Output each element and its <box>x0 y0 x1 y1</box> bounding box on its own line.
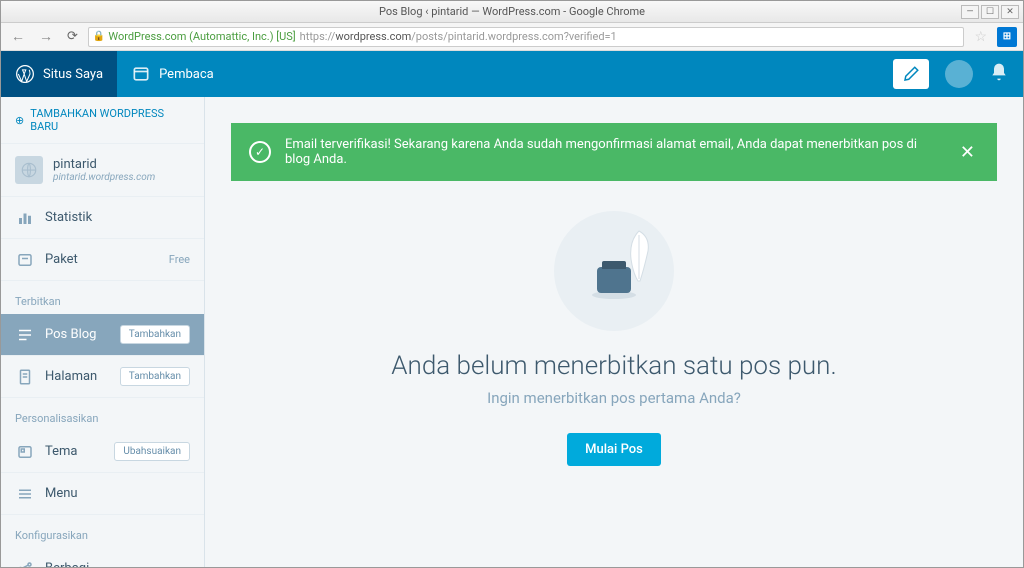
window-minimize-button[interactable]: — <box>961 5 979 19</box>
wordpress-icon <box>15 64 35 84</box>
site-url: pintarid.wordpress.com <box>53 172 155 183</box>
extension-icon[interactable]: ⊞ <box>997 27 1017 47</box>
feather-icon <box>626 229 652 283</box>
url-host: wordpress.com <box>335 30 411 43</box>
window-title: Pos Blog ‹ pintarid — WordPress.com - Go… <box>379 5 645 18</box>
secure-badge: 🔒 WordPress.com (Automattic, Inc.) [US] <box>93 30 296 43</box>
add-wordpress-button[interactable]: ⊕ TAMBAHKAN WORDPRESS BARU <box>1 97 204 144</box>
empty-state: Anda belum menerbitkan satu pos pun. Ing… <box>231 181 997 496</box>
posts-icon <box>15 326 35 344</box>
sidebar-item-label: Berbagi <box>45 561 190 567</box>
sidebar-item-label: Tema <box>45 444 104 459</box>
sidebar: ⊕ TAMBAHKAN WORDPRESS BARU pintarid pint… <box>1 97 205 567</box>
themes-icon <box>15 443 35 461</box>
globe-icon <box>15 156 43 184</box>
sidebar-item-label: Paket <box>45 252 159 267</box>
empty-state-title: Anda belum menerbitkan satu pos pun. <box>391 351 836 381</box>
masterbar: Situs Saya Pembaca <box>1 51 1023 97</box>
reload-button[interactable]: ⟳ <box>63 27 82 46</box>
address-bar[interactable]: 🔒 WordPress.com (Automattic, Inc.) [US] … <box>88 27 965 47</box>
checkmark-icon: ✓ <box>249 141 271 163</box>
section-configure-heading: Konfigurasikan <box>1 515 204 548</box>
sidebar-item-label: Statistik <box>45 210 190 225</box>
compose-button[interactable] <box>893 59 929 89</box>
sidebar-item-plan[interactable]: Paket Free <box>1 239 204 281</box>
plan-icon <box>15 251 35 269</box>
back-button[interactable]: ← <box>7 26 29 47</box>
browser-titlebar: Pos Blog ‹ pintarid — WordPress.com - Go… <box>1 1 1023 23</box>
window-maximize-button[interactable]: ☐ <box>981 5 999 19</box>
masterbar-my-sites-label: Situs Saya <box>43 67 103 82</box>
url-path: /posts/pintarid.wordpress.com?verified=1 <box>411 30 616 43</box>
sidebar-item-themes[interactable]: Tema Ubahsuaikan <box>1 431 204 473</box>
notice-close-button[interactable]: ✕ <box>956 142 979 163</box>
posts-add-button[interactable]: Tambahkan <box>120 325 190 344</box>
sidebar-item-pages[interactable]: Halaman Tambahkan <box>1 356 204 398</box>
reader-icon <box>131 64 151 84</box>
url-prefix: https:// <box>300 30 336 43</box>
sidebar-item-posts[interactable]: Pos Blog Tambahkan <box>1 314 204 356</box>
sidebar-item-label: Menu <box>45 486 190 501</box>
add-site-label: TAMBAHKAN WORDPRESS BARU <box>30 107 190 133</box>
section-personalize-heading: Personalisasikan <box>1 398 204 431</box>
success-notice: ✓ Email terverifikasi! Sekarang karena A… <box>231 123 997 181</box>
sidebar-item-label: Pos Blog <box>45 327 110 342</box>
share-icon <box>15 560 35 568</box>
start-post-button[interactable]: Mulai Pos <box>567 433 661 466</box>
themes-customize-button[interactable]: Ubahsuaikan <box>114 442 190 461</box>
sidebar-item-label: Halaman <box>45 369 110 384</box>
masterbar-my-sites[interactable]: Situs Saya <box>1 51 117 97</box>
section-publish-heading: Terbitkan <box>1 281 204 314</box>
sidebar-item-sharing[interactable]: Berbagi <box>1 548 204 567</box>
pages-icon <box>15 368 35 386</box>
browser-toolbar: ← → ⟳ 🔒 WordPress.com (Automattic, Inc.)… <box>1 23 1023 51</box>
secure-label: WordPress.com (Automattic, Inc.) [US] <box>108 30 295 43</box>
masterbar-reader-label: Pembaca <box>159 67 214 82</box>
stats-icon <box>15 209 35 227</box>
pages-add-button[interactable]: Tambahkan <box>120 367 190 386</box>
menu-icon <box>15 485 35 503</box>
pencil-icon <box>902 65 920 83</box>
plus-circle-icon: ⊕ <box>15 114 24 127</box>
main-content: ✓ Email terverifikasi! Sekarang karena A… <box>205 97 1023 567</box>
forward-button[interactable]: → <box>35 26 57 47</box>
sidebar-item-menus[interactable]: Menu <box>1 473 204 515</box>
empty-state-subtitle: Ingin menerbitkan pos pertama Anda? <box>487 389 741 407</box>
window-close-button[interactable]: ✕ <box>1001 5 1019 19</box>
bookmark-star-icon[interactable]: ☆ <box>970 29 991 45</box>
inkwell-illustration <box>554 211 674 331</box>
notice-text: Email terverifikasi! Sekarang karena And… <box>285 137 942 167</box>
plan-level-text: Free <box>169 253 190 266</box>
site-name: pintarid <box>53 157 155 172</box>
masterbar-reader[interactable]: Pembaca <box>117 51 228 97</box>
user-avatar[interactable] <box>945 60 973 88</box>
lock-icon: 🔒 <box>93 31 105 42</box>
sidebar-item-stats[interactable]: Statistik <box>1 197 204 239</box>
notifications-bell-icon[interactable] <box>989 62 1009 87</box>
site-selector[interactable]: pintarid pintarid.wordpress.com <box>1 144 204 197</box>
